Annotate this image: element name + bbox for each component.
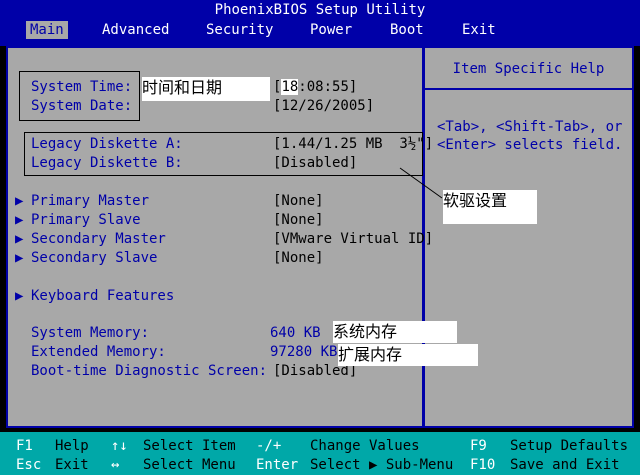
secondary-slave-label[interactable]: Secondary Slave xyxy=(31,249,157,267)
tab-exit[interactable]: Exit xyxy=(458,21,500,39)
tab-advanced[interactable]: Advanced xyxy=(98,21,173,39)
help-line-1: <Tab>, <Shift-Tab>, or xyxy=(437,119,623,135)
key-plus-minus-desc: Change Values xyxy=(310,438,420,454)
key-left-right-desc: Select Menu xyxy=(143,457,236,473)
tab-main[interactable]: Main xyxy=(26,21,68,39)
key-left-right: ↔ xyxy=(111,457,120,473)
legacy-diskette-b-label: Legacy Diskette B: xyxy=(31,155,183,171)
submenu-arrow-icon: ▶ xyxy=(15,288,24,304)
menu-bar: Main Advanced Security Power Boot Exit xyxy=(0,20,640,40)
window-title: PhoenixBIOS Setup Utility xyxy=(214,2,426,18)
key-plus-minus: -/+ xyxy=(256,438,282,454)
annotation-pointer-line xyxy=(399,167,443,199)
system-date-value[interactable]: [12/26/2005] xyxy=(273,97,374,115)
key-f1: F1 xyxy=(16,438,33,454)
help-line-2: <Enter> selects field. xyxy=(437,137,623,153)
help-panel: Item Specific Help <Tab>, <Shift-Tab>, o… xyxy=(424,46,634,428)
system-time-hour-field[interactable]: 18 xyxy=(281,79,299,95)
key-f9-desc: Setup Defaults xyxy=(510,438,629,454)
system-time-value[interactable]: [18:08:55] xyxy=(273,78,357,96)
submenu-arrow-icon: ▶ xyxy=(15,212,24,228)
extended-memory-value: 97280 KB xyxy=(270,344,338,360)
annotation-extended-memory: 扩展内存 xyxy=(338,344,478,366)
key-f9: F9 xyxy=(470,438,487,454)
annotation-diskette: 软驱设置 xyxy=(443,190,537,224)
submenu-arrow-icon: ▶ xyxy=(15,231,24,247)
primary-slave-value: [None] xyxy=(273,212,324,228)
key-f10-desc: Save and Exit xyxy=(510,457,620,473)
system-date-label: System Date: xyxy=(31,98,133,114)
system-memory-label: System Memory: xyxy=(31,325,150,341)
key-up-down: ↑↓ xyxy=(111,438,128,454)
system-memory-value: 640 KB xyxy=(270,325,321,341)
key-enter: Enter xyxy=(256,457,299,473)
help-title: Item Specific Help xyxy=(452,61,605,77)
key-enter-desc: Select ▶ Sub-Menu xyxy=(310,457,454,473)
system-time-label: System Time: xyxy=(31,79,133,95)
tab-security[interactable]: Security xyxy=(202,21,277,39)
annotation-time-date: 时间和日期 xyxy=(142,77,270,101)
key-esc: Esc xyxy=(16,457,42,473)
secondary-master-label[interactable]: Secondary Master xyxy=(31,230,166,248)
legacy-diskette-a-label: Legacy Diskette A: xyxy=(31,136,183,152)
system-time-rest: :08:55] xyxy=(298,79,358,95)
secondary-master-value: [VMware Virtual ID] xyxy=(273,231,434,247)
primary-slave-label[interactable]: Primary Slave xyxy=(31,211,141,229)
tab-power[interactable]: Power xyxy=(306,21,356,39)
legacy-diskette-b-value[interactable]: [Disabled] xyxy=(273,154,357,172)
submenu-arrow-icon: ▶ xyxy=(15,193,24,209)
keyboard-features-label[interactable]: Keyboard Features xyxy=(31,287,174,305)
submenu-arrow-icon: ▶ xyxy=(15,250,24,266)
key-up-down-desc: Select Item xyxy=(143,438,236,454)
title-bar: PhoenixBIOS Setup Utility xyxy=(0,0,640,20)
primary-master-value: [None] xyxy=(273,193,324,209)
boot-diagnostic-label: Boot-time Diagnostic Screen: xyxy=(31,363,268,379)
legacy-diskette-a-value[interactable]: [1.44/1.25 MB 3½"] xyxy=(273,135,433,153)
tab-boot[interactable]: Boot xyxy=(386,21,428,39)
extended-memory-label: Extended Memory: xyxy=(31,344,166,360)
key-esc-desc: Exit xyxy=(55,457,89,473)
key-f1-desc: Help xyxy=(55,438,89,454)
help-divider xyxy=(425,88,632,90)
annotation-system-memory: 系统内存 xyxy=(333,321,457,343)
key-help-bar: F1 Help ↑↓ Select Item -/+ Change Values… xyxy=(0,432,640,475)
secondary-slave-value: [None] xyxy=(273,250,324,266)
primary-master-label[interactable]: Primary Master xyxy=(31,192,149,210)
key-f10: F10 xyxy=(470,457,496,473)
